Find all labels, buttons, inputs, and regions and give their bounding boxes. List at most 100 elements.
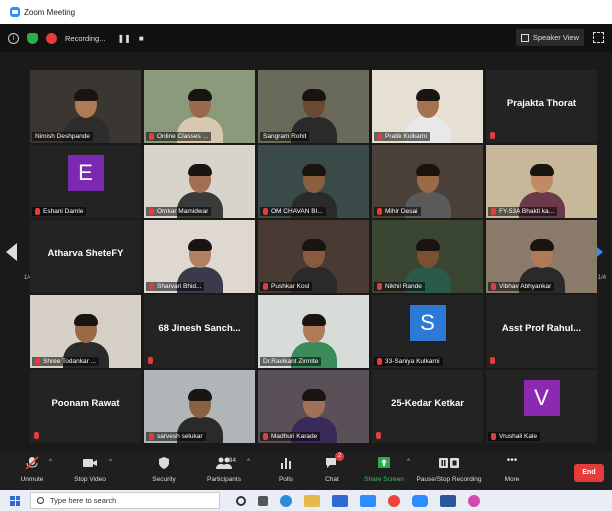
zoom-logo-icon [10, 7, 20, 17]
end-meeting-button[interactable]: End [574, 464, 604, 482]
participant-name: Vibhav Abhyankar [499, 283, 552, 290]
previous-page-button[interactable] [6, 243, 20, 269]
zoom-taskbar-icon[interactable] [412, 494, 428, 507]
participant-name: Vrushali Kale [499, 433, 538, 440]
word-icon[interactable] [440, 494, 456, 507]
participant-tile[interactable]: S 33-Saniya Kulkarni [372, 295, 483, 368]
pause-stop-icon [438, 456, 460, 470]
video-options-caret-icon[interactable]: ^ [109, 459, 112, 465]
participant-tile[interactable]: FY-53A Bhakti ka... [486, 145, 597, 218]
audio-options-caret-icon[interactable]: ^ [49, 459, 52, 465]
participant-tile[interactable]: Nikhil Rande [372, 220, 483, 293]
paint-icon[interactable] [468, 494, 480, 507]
participant-name-tag: Shree Todankar ... [32, 357, 99, 366]
participant-name-tag: Vrushali Kale [488, 432, 541, 441]
participant-display-name: Prajakta Thorat [506, 98, 577, 109]
participant-tile[interactable]: Nimish Deshpande [30, 70, 141, 143]
participant-tile[interactable]: E Eshani Damle [30, 145, 141, 218]
participant-tile[interactable]: Pushkar Kosl [258, 220, 369, 293]
recording-label: Recording... [65, 33, 106, 43]
participants-button[interactable]: 94 ^ Participants [196, 456, 252, 488]
unmute-label: Unmute [20, 476, 44, 483]
participant-name-tag: Madhuri Karade [260, 432, 321, 441]
mic-muted-icon [34, 432, 39, 439]
mic-muted-icon [148, 357, 153, 364]
participants-label: Participants [207, 476, 241, 483]
participant-name-tag: Eshani Damle [32, 207, 87, 216]
participants-caret-icon[interactable]: ^ [247, 459, 250, 465]
stop-video-button[interactable]: ^ Stop Video [62, 456, 118, 488]
participant-name-tag: FY-53A Bhakti ka... [488, 207, 558, 216]
chat-button[interactable]: 2 Chat [304, 452, 360, 488]
unmute-button[interactable]: ^ Unmute [4, 456, 60, 488]
speaker-view-label: Speaker View [532, 33, 579, 42]
share-screen-button[interactable]: ^ Share Screen [356, 456, 412, 488]
pause-recording-icon[interactable]: ❚❚ [117, 34, 130, 43]
mail-icon[interactable] [360, 494, 376, 507]
mic-muted-icon [35, 358, 40, 365]
mic-muted-icon [35, 208, 40, 215]
taskbar-search-placeholder: Type here to search [50, 496, 117, 505]
participant-tile[interactable]: Sharvari Bhid... [144, 220, 255, 293]
participant-tile[interactable]: Omkar Mamidwar [144, 145, 255, 218]
chrome-icon[interactable] [388, 494, 400, 507]
participant-tile[interactable]: sarvesh selukar [144, 370, 255, 443]
avatar-letter: E [67, 155, 104, 191]
meeting-toolbar: ^ Unmute ^ Stop Video Security 94 ^ Part… [0, 452, 612, 490]
mic-muted-icon [377, 208, 382, 215]
avatar-letter: S [409, 305, 446, 341]
participant-tile[interactable]: Atharva SheteFY [30, 220, 141, 293]
participant-name-tag: Sangram Rohit [260, 132, 310, 141]
mic-muted-icon [376, 432, 381, 439]
participant-tile[interactable]: 68 Jinesh Sanch... [144, 295, 255, 368]
security-label: Security [152, 476, 176, 483]
participant-name: FY-53A Bhakti ka... [499, 208, 555, 215]
file-explorer-icon[interactable] [304, 494, 320, 507]
edge-browser-icon[interactable] [280, 494, 292, 507]
fullscreen-icon[interactable] [593, 32, 604, 43]
security-button[interactable]: Security [136, 456, 192, 488]
participant-tile[interactable]: Pratik Kulkarni [372, 70, 483, 143]
more-dots-icon: ••• [506, 455, 518, 466]
participant-tile[interactable]: Prajakta Thorat [486, 70, 597, 143]
stop-video-label: Stop Video [74, 476, 106, 483]
search-icon [37, 497, 44, 504]
cortana-icon[interactable] [236, 495, 246, 506]
participant-tile[interactable]: Asst Prof Rahul... [486, 295, 597, 368]
taskbar-search-box[interactable]: Type here to search [30, 492, 220, 509]
participant-name-tag: OM CHAVAN BI... [260, 207, 326, 216]
windows-start-icon[interactable] [10, 495, 20, 506]
participant-display-name: Atharva SheteFY [47, 248, 124, 259]
participant-name: Eshani Damle [43, 208, 84, 215]
video-camera-icon [82, 456, 98, 470]
task-view-icon[interactable] [258, 495, 268, 506]
security-shield-icon [156, 456, 172, 470]
participant-tile[interactable]: Poonam Rawat [30, 370, 141, 443]
participant-name: Shree Todankar ... [43, 358, 96, 365]
info-icon[interactable]: i [8, 32, 19, 44]
participant-name-tag: Online Classes ... [146, 132, 211, 141]
more-button[interactable]: ••• More [484, 456, 540, 488]
shield-icon[interactable] [27, 32, 38, 44]
participant-tile[interactable]: Shree Todankar ... [30, 295, 141, 368]
participant-tile[interactable]: Online Classes ... [144, 70, 255, 143]
participant-tile[interactable]: Sangram Rohit [258, 70, 369, 143]
participant-tile[interactable]: Vibhav Abhyankar [486, 220, 597, 293]
speaker-view-button[interactable]: Speaker View [515, 29, 584, 46]
participant-tile[interactable]: Dr.Ravikant Zirmite [258, 295, 369, 368]
stop-recording-icon[interactable]: ■ [139, 34, 144, 43]
participant-name-tag: sarvesh selukar [146, 432, 206, 441]
page-indicator-right: 1/4 [597, 275, 606, 281]
share-options-caret-icon[interactable]: ^ [407, 459, 410, 465]
store-icon[interactable] [332, 494, 348, 507]
participant-tile[interactable]: Mihir Desai [372, 145, 483, 218]
participant-name: Pushkar Kosl [271, 283, 310, 290]
participant-name: Dr.Ravikant Zirmite [263, 358, 319, 365]
participant-tile[interactable]: Madhuri Karade [258, 370, 369, 443]
participant-tile[interactable]: V Vrushali Kale [486, 370, 597, 443]
participant-name-tag: Nimish Deshpande [32, 132, 93, 141]
participant-tile[interactable]: OM CHAVAN BI... [258, 145, 369, 218]
participant-tile[interactable]: 25-Kedar Ketkar [372, 370, 483, 443]
participant-display-name: 68 Jinesh Sanch... [158, 323, 241, 334]
pause-stop-recording-button[interactable]: Pause/Stop Recording [414, 456, 484, 488]
